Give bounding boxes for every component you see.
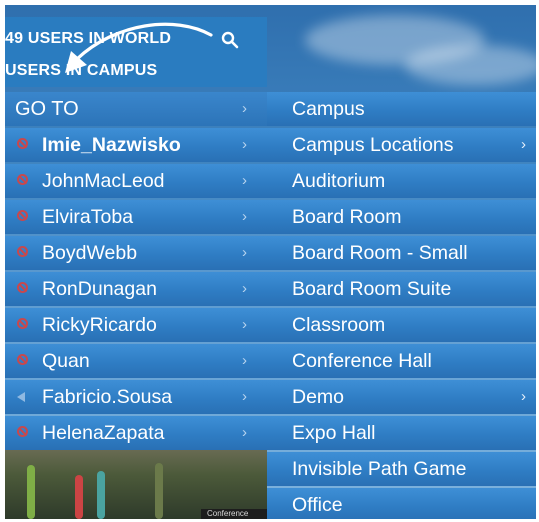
location-label: Demo	[292, 386, 345, 408]
chevron-right-icon: ›	[521, 136, 526, 153]
unavailable-icon	[17, 426, 28, 437]
location-label: Board Room Suite	[292, 278, 452, 300]
unavailable-icon	[17, 174, 28, 185]
users-header[interactable]: 49 USERS IN WORLD USERS IN CAMPUS	[5, 17, 267, 87]
unavailable-icon	[17, 318, 28, 329]
chevron-right-icon: ›	[242, 172, 247, 189]
location-label: Board Room - Small	[292, 242, 468, 264]
chevron-right-icon: ›	[242, 100, 247, 117]
user-menu-item[interactable]: RickyRicardo ›	[5, 308, 267, 342]
sky-cloud	[405, 45, 536, 85]
users-in-world-count: 49 USERS IN WORLD	[5, 30, 172, 47]
unavailable-icon	[17, 210, 28, 221]
user-name: Quan	[42, 350, 90, 372]
location-menu: Campus Campus Locations › Auditorium Board R…	[267, 92, 536, 519]
location-menu-item[interactable]: Classroom	[267, 308, 536, 342]
user-menu-item[interactable]: RonDunagan ›	[5, 272, 267, 306]
user-name: JohnMacLeod	[42, 170, 165, 192]
user-menu-item[interactable]: Imie_Nazwisko ›	[5, 128, 267, 162]
goto-menu-item[interactable]: GO TO ›	[5, 92, 267, 126]
chevron-right-icon: ›	[242, 136, 247, 153]
user-menu-item[interactable]: BoydWebb ›	[5, 236, 267, 270]
location-menu-item[interactable]: Auditorium	[267, 164, 536, 198]
user-menu-item[interactable]: Quan ›	[5, 344, 267, 378]
user-menu-item[interactable]: Fabricio.Sousa ›	[5, 380, 267, 414]
location-label: Campus Locations	[292, 134, 454, 156]
user-name: ElviraToba	[42, 206, 134, 228]
location-menu-item[interactable]: Office	[267, 488, 536, 519]
location-menu-item[interactable]: Conference Hall	[267, 344, 536, 378]
chevron-right-icon: ›	[521, 388, 526, 405]
virtual-world-viewport: Conference 49 USERS IN WORLD USERS IN CA…	[5, 5, 536, 519]
chevron-right-icon: ›	[242, 424, 247, 441]
location-menu-item[interactable]: Expo Hall	[267, 416, 536, 450]
user-name: Fabricio.Sousa	[42, 386, 173, 408]
location-menu-item[interactable]: Demo ›	[267, 380, 536, 414]
user-name: BoydWebb	[42, 242, 138, 264]
goto-label: GO TO	[15, 98, 79, 120]
location-label: Expo Hall	[292, 422, 376, 444]
user-menu-item[interactable]: JohnMacLeod ›	[5, 164, 267, 198]
chevron-right-icon: ›	[242, 388, 247, 405]
plant-icon	[75, 475, 83, 519]
unavailable-icon	[17, 138, 28, 149]
chevron-right-icon: ›	[242, 208, 247, 225]
unavailable-icon	[17, 246, 28, 257]
location-label: Classroom	[292, 314, 386, 336]
location-menu-item[interactable]: Campus Locations ›	[267, 128, 536, 162]
unavailable-icon	[17, 282, 28, 293]
user-name: Imie_Nazwisko	[42, 134, 181, 156]
location-menu-item[interactable]: Campus	[267, 92, 536, 126]
chevron-right-icon: ›	[242, 316, 247, 333]
users-in-campus-count: USERS IN CAMPUS	[5, 62, 158, 79]
location-label: Conference Hall	[292, 350, 432, 372]
location-label: Auditorium	[292, 170, 386, 192]
location-menu-item[interactable]: Board Room Suite	[267, 272, 536, 306]
chevron-right-icon: ›	[242, 244, 247, 261]
scene-label: Conference	[201, 509, 273, 519]
chevron-right-icon: ›	[242, 352, 247, 369]
plant-icon	[97, 471, 105, 519]
plant-icon	[155, 463, 163, 519]
goto-user-menu: GO TO › Imie_Nazwisko › JohnMacLeod › Elvira…	[5, 92, 267, 452]
user-name: HelenaZapata	[42, 422, 165, 444]
chevron-right-icon: ›	[242, 280, 247, 297]
plant-icon	[27, 465, 35, 519]
user-name: RonDunagan	[42, 278, 157, 300]
search-icon[interactable]	[221, 31, 239, 49]
speaker-icon	[17, 392, 25, 402]
location-menu-item[interactable]: Board Room	[267, 200, 536, 234]
location-label: Campus	[292, 98, 365, 120]
user-menu-item[interactable]: ElviraToba ›	[5, 200, 267, 234]
location-label: Invisible Path Game	[292, 458, 467, 480]
user-menu-item[interactable]: HelenaZapata ›	[5, 416, 267, 450]
user-name: RickyRicardo	[42, 314, 157, 336]
world-scene	[5, 445, 267, 519]
location-menu-item[interactable]: Invisible Path Game	[267, 452, 536, 486]
location-menu-item[interactable]: Board Room - Small	[267, 236, 536, 270]
unavailable-icon	[17, 354, 28, 365]
location-label: Office	[292, 494, 343, 516]
location-label: Board Room	[292, 206, 402, 228]
